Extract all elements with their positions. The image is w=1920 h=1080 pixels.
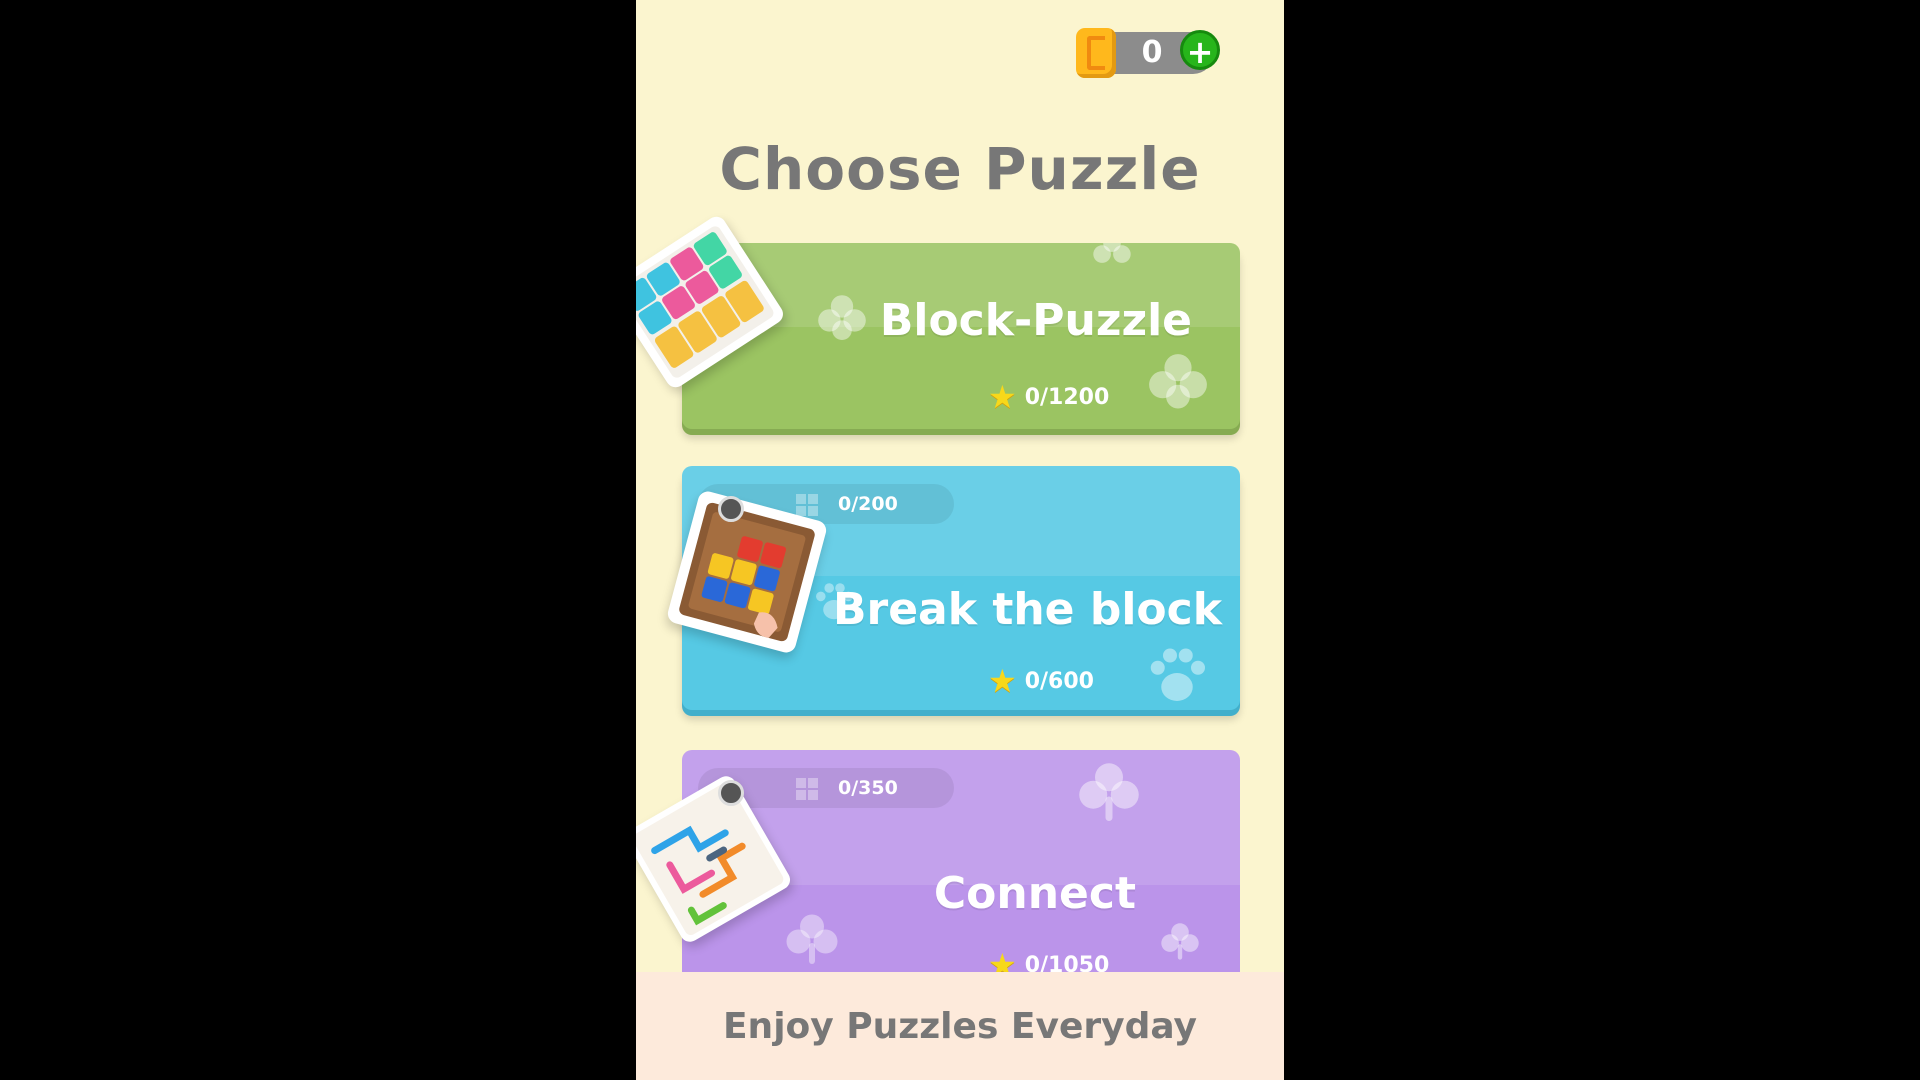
star-progress: ★ 0/600 <box>988 662 1094 700</box>
star-icon: ★ <box>988 378 1017 416</box>
lock-pin-icon <box>718 496 744 522</box>
puzzle-card-block-puzzle[interactable]: Block-Puzzle ★ 0/1200 <box>682 243 1240 429</box>
add-coins-button[interactable]: + <box>1180 30 1220 71</box>
lock-pin-icon <box>718 780 744 806</box>
coin-balance-bar: 0 + <box>1076 28 1220 78</box>
level-progress: 0/200 <box>838 493 898 515</box>
clover-icon <box>786 914 838 964</box>
star-progress: ★ 0/1200 <box>988 378 1109 416</box>
footer-banner: Enjoy Puzzles Everyday <box>636 972 1284 1080</box>
clover-icon <box>818 295 866 340</box>
coin-count: 0 <box>1141 35 1163 70</box>
star-count: 0/600 <box>1024 668 1094 694</box>
puzzle-title: Block-Puzzle <box>879 295 1192 346</box>
grid-icon <box>796 494 818 516</box>
puzzle-title: Break the block <box>832 584 1222 635</box>
puzzle-title: Connect <box>933 868 1136 919</box>
clover-icon <box>1161 923 1199 960</box>
plus-icon: + <box>1186 33 1214 71</box>
star-icon: ★ <box>988 662 1017 700</box>
coin-icon <box>1076 28 1116 78</box>
footer-tagline: Enjoy Puzzles Everyday <box>722 1006 1198 1047</box>
paw-icon <box>1150 648 1205 701</box>
clover-icon <box>1093 243 1131 263</box>
clover-icon <box>1079 763 1139 821</box>
clover-icon <box>1149 354 1207 409</box>
star-count: 0/1200 <box>1024 384 1110 410</box>
level-progress: 0/350 <box>838 777 898 799</box>
game-screen: 0 + Choose Puzzle Block-Puzzle ★ 0/1200 … <box>636 0 1284 1080</box>
page-title: Choose Puzzle <box>719 135 1201 203</box>
grid-icon <box>796 778 818 800</box>
